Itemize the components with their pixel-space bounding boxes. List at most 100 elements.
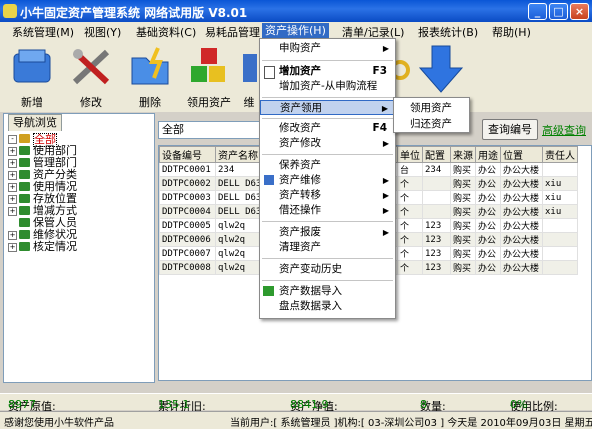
minimize-button[interactable]: _ xyxy=(528,3,547,20)
menu-item-clear-asset[interactable]: 清理资产 xyxy=(260,240,395,255)
expand-icon[interactable]: + xyxy=(8,195,17,204)
menu-item-label: 资产报废 xyxy=(279,226,321,238)
delete-folder-icon xyxy=(128,46,172,88)
menu-item-modify-asset[interactable]: 修改资产 F4 xyxy=(260,121,395,136)
advanced-query-link[interactable]: 高级查询 xyxy=(542,122,586,138)
receive-asset-label: 领用资产 xyxy=(187,96,231,109)
table-cell: 办公 xyxy=(475,176,501,191)
close-button[interactable]: × xyxy=(570,3,589,20)
submenu-receive-asset[interactable]: 领用资产 xyxy=(410,100,452,115)
menu-system[interactable]: 系统管理(M) xyxy=(12,24,74,40)
table-cell: 办公大楼 xyxy=(500,232,543,247)
table-cell: DDTPC0007 xyxy=(159,246,216,261)
edit-button[interactable]: 修改 xyxy=(62,44,120,110)
menu-item-asset-scrap[interactable]: 资产报废 ▶ xyxy=(260,225,395,240)
nav-tab[interactable]: 导航浏览 xyxy=(8,114,62,131)
menu-item-label: 盘点数据录入 xyxy=(279,300,342,312)
menu-help[interactable]: 帮助(H) xyxy=(492,24,531,40)
collapse-icon[interactable]: - xyxy=(8,135,17,144)
new-doc-icon xyxy=(264,66,275,79)
menu-item-asset-transfer[interactable]: 资产转移 ▶ xyxy=(260,188,395,203)
expand-icon[interactable]: + xyxy=(8,243,17,252)
table-cell: DDTPC0004 xyxy=(159,204,216,219)
expand-icon[interactable]: + xyxy=(8,171,17,180)
menu-item-maintain-asset[interactable]: 保养资产 xyxy=(260,158,395,173)
table-cell: 办公大楼 xyxy=(500,190,543,205)
new-button[interactable]: 新增 xyxy=(3,44,61,110)
expand-icon[interactable]: + xyxy=(8,207,17,216)
submenu-arrow-icon: ▶ xyxy=(382,191,389,200)
new-label: 新增 xyxy=(21,96,43,109)
menu-item-purchase-asset[interactable]: 申购资产 ▶ xyxy=(260,41,395,56)
menu-consumables[interactable]: 易耗品管理 xyxy=(205,24,260,40)
menu-separator xyxy=(262,258,393,259)
folder-icon xyxy=(19,134,30,143)
user-info-text: 当前用户:[ 系统管理员 ]机构:[ 03-深圳公司03 ] 今天是 2010年… xyxy=(230,418,592,429)
menu-item-borrow-return[interactable]: 借还操作 ▶ xyxy=(260,203,395,218)
download-arrow-icon[interactable] xyxy=(418,44,464,97)
menu-item-label: 增加资产 xyxy=(279,65,321,77)
menu-item-label: 资产领用 xyxy=(280,102,322,114)
folder-icon xyxy=(19,170,30,179)
menu-item-add-asset[interactable]: 增加资产 F3 xyxy=(260,64,395,79)
menu-item-asset-receive[interactable]: 资产领用 ▶ xyxy=(260,100,395,115)
col-header[interactable]: 来源 xyxy=(450,146,476,163)
col-header[interactable]: 配置 xyxy=(422,146,451,163)
menu-item-label: 资产数据导入 xyxy=(279,285,342,297)
submenu-return-asset[interactable]: 归还资产 xyxy=(410,116,452,131)
col-header[interactable]: 位置 xyxy=(500,146,543,163)
menu-item-label: 清理资产 xyxy=(279,241,321,253)
menu-item-label: 资产变动历史 xyxy=(279,263,342,275)
menu-item-asset-modify[interactable]: 资产修改 ▶ xyxy=(260,136,395,151)
table-cell: DDTPC0006 xyxy=(159,232,216,247)
col-header[interactable]: 设备编号 xyxy=(159,146,216,163)
menu-item-add-from-purchase[interactable]: 增加资产-从申购流程 xyxy=(260,79,395,94)
query-number-button[interactable]: 查询编号 xyxy=(482,119,538,140)
folder-icon xyxy=(19,194,30,203)
folder-icon xyxy=(19,230,30,239)
new-icon xyxy=(10,46,54,88)
table-cell: 个 xyxy=(397,260,423,275)
col-header[interactable]: 单位 xyxy=(397,146,423,163)
folder-icon xyxy=(19,206,30,215)
menu-reports[interactable]: 报表统计(B) xyxy=(418,24,478,40)
table-cell: 个 xyxy=(397,246,423,261)
menu-asset-operation[interactable]: 资产操作(H) xyxy=(262,23,329,38)
table-cell: 123 xyxy=(422,246,451,261)
table-cell: xiu xyxy=(542,204,578,219)
expand-icon[interactable]: + xyxy=(8,147,17,156)
app-icon xyxy=(3,4,17,18)
status-bar: 资产原值: 8977 累计折旧: 135.1 资产净值: 8841.9 数量: 8 使用… xyxy=(0,393,592,413)
col-header[interactable]: 责任人 xyxy=(542,146,578,163)
tools-icon xyxy=(69,46,113,88)
menu-item-asset-repair[interactable]: 资产维修 ▶ xyxy=(260,173,395,188)
cubes-icon xyxy=(187,46,231,88)
folder-icon xyxy=(19,146,30,155)
table-cell xyxy=(422,176,451,191)
menu-item-label: 申购资产 xyxy=(279,42,321,54)
receive-asset-button[interactable]: 领用资产 xyxy=(180,44,238,110)
table-cell: 办公大楼 xyxy=(500,162,543,177)
menu-item-label: 增加资产-从申购流程 xyxy=(279,80,378,92)
delete-button[interactable]: 删除 xyxy=(121,44,179,110)
menu-item-asset-history[interactable]: 资产变动历史 xyxy=(260,262,395,277)
table-cell: 个 xyxy=(397,204,423,219)
submenu-arrow-icon: ▶ xyxy=(382,176,389,185)
repair-button[interactable]: 维 xyxy=(239,44,259,110)
menu-item-inventory-entry[interactable]: 盘点数据录入 xyxy=(260,299,395,314)
menu-item-label: 资产维修 xyxy=(279,174,321,186)
menu-basic-data[interactable]: 基础资料(C) xyxy=(136,24,196,40)
table-cell: 234 xyxy=(422,162,451,177)
table-cell: 购买 xyxy=(450,162,476,177)
maximize-button[interactable]: □ xyxy=(549,3,568,20)
search-icon xyxy=(390,54,416,93)
menu-view[interactable]: 视图(Y) xyxy=(84,24,121,40)
col-header[interactable]: 用途 xyxy=(475,146,501,163)
folder-icon xyxy=(19,242,30,251)
expand-icon[interactable]: + xyxy=(8,231,17,240)
expand-icon[interactable]: + xyxy=(8,159,17,168)
menu-item-import-data[interactable]: 资产数据导入 xyxy=(260,284,395,299)
submenu-arrow-icon: ▶ xyxy=(382,206,389,215)
filter-combo[interactable]: 全部 xyxy=(158,121,263,139)
expand-icon[interactable]: + xyxy=(8,183,17,192)
